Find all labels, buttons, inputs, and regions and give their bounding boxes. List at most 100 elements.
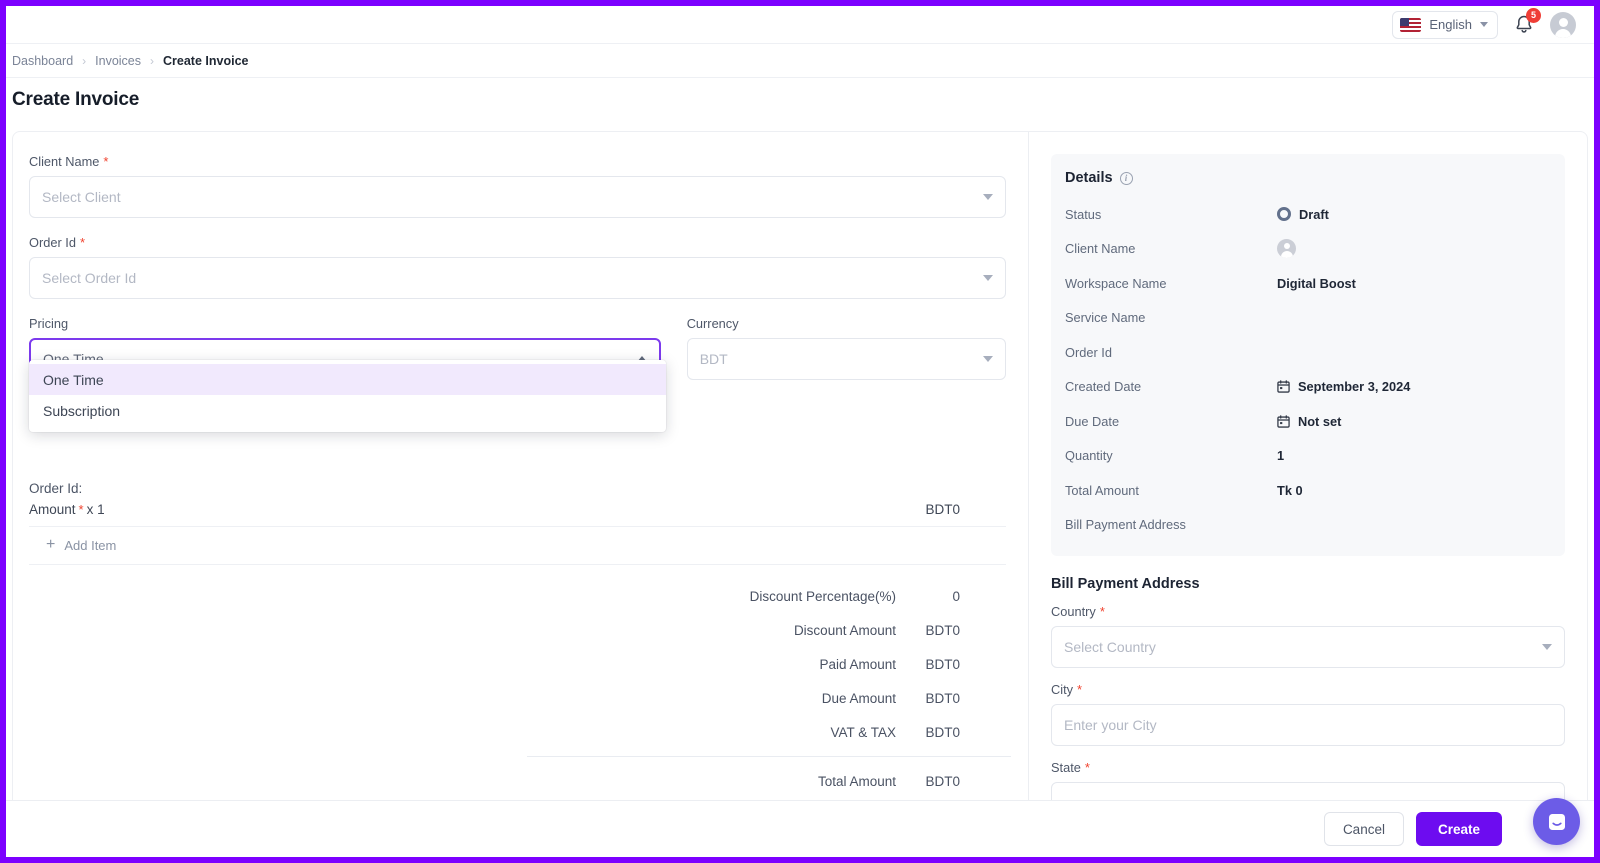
grand-total-value: BDT0 [925,773,960,789]
order-id-select[interactable]: Select Order Id [29,257,1006,299]
total-row-value: BDT0 [925,622,960,638]
total-row-label: Discount Amount [793,622,896,638]
detail-row-client-name: Client Name [1065,232,1549,267]
detail-row-status: Status Draft [1065,197,1549,232]
details-pane: Details i Status Draft Client Name Works… [1028,132,1587,810]
detail-row-quantity: Quantity 1 [1065,439,1549,474]
page-title-bar: Create Invoice [6,78,1594,122]
detail-key: Total Amount [1065,482,1139,498]
client-name-placeholder: Select Client [42,189,121,205]
country-select[interactable]: Select Country [1051,626,1565,668]
user-avatar-icon[interactable] [1550,11,1576,38]
total-row-value: BDT0 [925,656,960,672]
order-id-line: Order Id: [29,481,83,496]
breadcrumb-item-invoices[interactable]: Invoices [95,54,141,68]
required-asterisk: * [1084,760,1090,775]
required-asterisk: * [1099,604,1105,619]
currency-field: Currency BDT [686,316,1006,380]
detail-key: Service Name [1065,310,1146,326]
us-flag-icon [1400,17,1422,32]
total-row: Due Amount BDT0 [29,681,1006,715]
grand-total-row: Total Amount BDT0 [29,764,1006,798]
detail-row-due-date: Due Date Not set [1065,404,1549,439]
detail-key: Workspace Name [1065,275,1167,291]
breadcrumb-separator-icon: › [150,53,155,68]
totals-divider [527,756,1011,757]
currency-select[interactable]: BDT [686,338,1006,380]
chat-widget-button[interactable] [1533,798,1580,845]
chevron-down-icon [983,356,993,362]
detail-key: Order Id [1065,344,1112,360]
calendar-icon [1277,380,1290,393]
calendar-icon [1277,415,1290,428]
country-label-text: Country [1051,604,1096,619]
state-label: State * [1051,760,1565,775]
detail-value: Draft [1277,207,1329,222]
detail-value: Tk 0 [1277,482,1303,498]
add-item-label: Add Item [64,537,117,553]
notifications-button[interactable]: 5 [1512,7,1541,37]
detail-value: September 3, 2024 [1277,379,1410,394]
order-id-placeholder: Select Order Id [42,270,137,286]
detail-value: Digital Boost [1277,275,1356,291]
chevron-down-icon [983,275,993,281]
detail-row-bill-payment-address: Bill Payment Address [1065,508,1549,543]
city-placeholder: Enter your City [1064,717,1157,733]
app-root: English 5 Dashboard › Invoices › Create … [6,6,1594,857]
detail-key: Bill Payment Address [1065,517,1186,533]
status-badge: Draft [1299,206,1329,222]
amount-multiplier: x 1 [86,502,105,517]
country-label: Country * [1051,604,1565,619]
pricing-option-subscription[interactable]: Subscription [29,395,666,426]
user-avatar-icon [1277,239,1296,259]
chevron-down-icon [983,194,993,200]
required-asterisk: * [1077,682,1083,697]
breadcrumb-item-dashboard[interactable]: Dashboard [12,54,73,68]
country-placeholder: Select Country [1064,639,1156,655]
breadcrumb: Dashboard › Invoices › Create Invoice [6,44,1594,78]
pricing-option-one-time[interactable]: One Time [29,364,666,395]
total-row-value: BDT0 [925,724,960,740]
bill-payment-address-section: Bill Payment Address Country * Select Co… [1051,576,1565,810]
chevron-down-icon [1542,644,1552,650]
browser-viewport: English 5 Dashboard › Invoices › Create … [0,0,1600,863]
required-asterisk: * [78,502,84,517]
city-input[interactable]: Enter your City [1051,704,1565,746]
info-icon[interactable]: i [1119,171,1133,185]
invoice-totals: Discount Percentage(%) 0 Discount Amount… [29,565,1011,798]
total-row-label: Discount Percentage(%) [749,588,896,604]
amount-label-text: Amount [29,502,76,517]
order-id-label-text: Order Id [29,235,76,250]
pricing-field: Pricing One Time One Time Subscription [29,316,666,432]
invoice-form-pane: Client Name * Select Client Order Id * S… [13,132,1028,810]
cancel-button[interactable]: Cancel [1323,812,1404,846]
details-title-row: Details i [1065,170,1549,186]
add-item-button[interactable]: + Add Item [29,527,1006,565]
order-id-field: Order Id * Select Order Id [29,235,1006,299]
due-date-value: Not set [1298,413,1342,429]
grand-total-label: Total Amount [817,773,896,789]
status-ring-icon [1277,207,1291,222]
order-id-label: Order Id * [29,235,1006,250]
total-row: Discount Percentage(%) 0 [29,579,1006,613]
currency-value: BDT [699,351,728,367]
page-title: Create Invoice [12,89,140,110]
app-header: English 5 [6,6,1594,44]
detail-key: Client Name [1065,241,1136,257]
detail-value [1277,239,1304,259]
detail-row-service-name: Service Name [1065,301,1549,336]
pricing-label-text: Pricing [29,316,69,331]
total-row: Paid Amount BDT0 [29,647,1006,681]
detail-row-created-date: Created Date September 3, 2024 [1065,370,1549,405]
create-invoice-card: Client Name * Select Client Order Id * S… [12,131,1588,811]
total-row-label: VAT & TAX [830,724,896,740]
client-name-select[interactable]: Select Client [29,176,1006,218]
language-selector[interactable]: English [1392,10,1498,39]
create-button[interactable]: Create [1415,812,1502,846]
created-date-value: September 3, 2024 [1298,379,1411,395]
pricing-dropdown-menu[interactable]: One Time Subscription [29,360,666,432]
currency-label-text: Currency [686,316,739,331]
detail-key: Due Date [1065,413,1120,429]
language-label: English [1429,17,1472,32]
client-name-field: Client Name * Select Client [29,154,1006,218]
